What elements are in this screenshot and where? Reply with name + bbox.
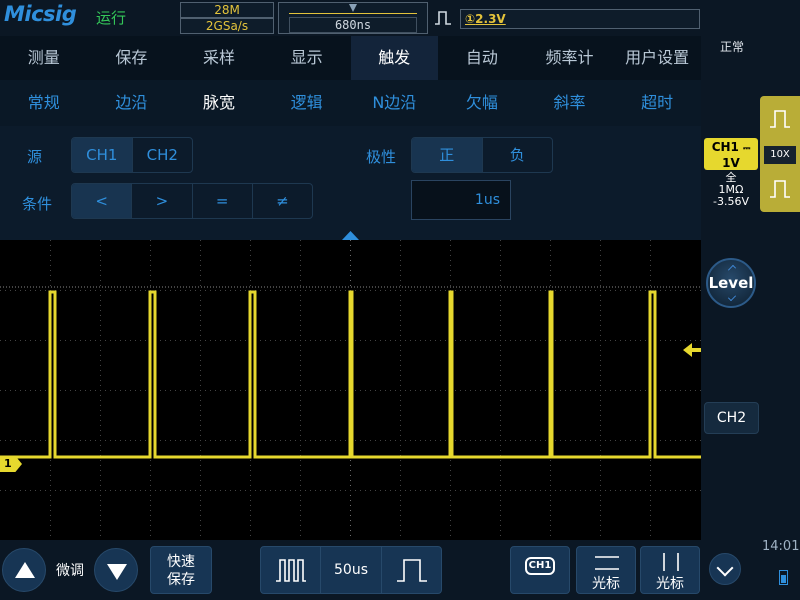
ch1-trace-path <box>0 290 701 459</box>
dc-coupling-icon: ⎓ <box>743 144 751 154</box>
trigger-status: 正常 <box>720 40 745 54</box>
trigger-position-marker-icon <box>349 4 357 12</box>
trigger-type-normal[interactable]: 常规 <box>0 80 88 126</box>
source-ch2-option[interactable]: CH2 <box>131 138 193 172</box>
horizontal-cursor-label: 光标 <box>592 576 620 592</box>
quick-save-line1: 快速 <box>167 554 195 570</box>
ch1-chip-icon: CH1 <box>525 557 555 575</box>
tab-counter[interactable]: 频率计 <box>526 36 614 80</box>
ch1-scale: 1V <box>722 156 740 170</box>
ch1-scale-badge[interactable]: CH1 ⎓ 1V <box>704 138 758 170</box>
pulse-trigger-settings: 源 CH1 CH2 极性 正 负 条件 < > = ≠ 1us <box>0 126 701 240</box>
brand-logo: Micsig <box>4 2 77 26</box>
tab-display[interactable]: 显示 <box>263 36 351 80</box>
timebase-value[interactable]: 50us <box>320 547 380 593</box>
level-knob[interactable]: Level <box>706 258 756 308</box>
fine-adjust-label: 微调 <box>56 563 84 579</box>
condition-selector: < > = ≠ <box>71 183 313 219</box>
quick-save-button[interactable]: 快速 保存 <box>150 546 212 594</box>
tab-measure[interactable]: 测量 <box>0 36 88 80</box>
trigger-type-runt[interactable]: 欠幅 <box>438 80 526 126</box>
trigger-level-readout[interactable]: ①2.3V <box>460 9 700 29</box>
polarity-label: 极性 <box>366 148 397 166</box>
tab-trigger[interactable]: 触发 <box>350 36 439 80</box>
level-knob-label: Level <box>708 274 754 292</box>
trigger-type-pulse[interactable]: 脉宽 <box>175 80 263 126</box>
memory-window-line <box>289 13 417 14</box>
tab-user-settings[interactable]: 用户设置 <box>613 36 701 80</box>
waveform-display[interactable] <box>0 240 701 540</box>
triangle-down-icon <box>107 564 127 580</box>
source-selector: CH1 CH2 <box>71 137 193 173</box>
ch1-select-button[interactable]: CH1 <box>510 546 570 594</box>
memory-depth[interactable]: 28M <box>180 2 274 18</box>
horizontal-cursor-button[interactable]: 光标 <box>576 546 636 594</box>
trigger-type-timeout[interactable]: 超时 <box>613 80 701 126</box>
trigger-type-edge[interactable]: 边沿 <box>88 80 176 126</box>
vertical-cursor-button[interactable]: 光标 <box>640 546 700 594</box>
condition-greater-option[interactable]: > <box>131 184 191 218</box>
source-ch1-option[interactable]: CH1 <box>72 138 132 172</box>
condition-equal-option[interactable]: = <box>191 184 252 218</box>
trigger-type-logic[interactable]: 逻辑 <box>263 80 351 126</box>
vertical-cursor-icon <box>663 553 679 571</box>
polarity-positive-option[interactable]: 正 <box>412 138 482 172</box>
main-menu: 测量 保存 采样 显示 触发 自动 频率计 用户设置 <box>0 36 701 80</box>
status-bar: Micsig 运行 28M 2GSa/s 680ns ①2.3V <box>0 0 800 36</box>
horizontal-cursor-icon <box>595 556 619 570</box>
waveform-canvas <box>0 240 701 540</box>
bottom-toolbar: 微调 快速 保存 50us CH1 光标 光标 <box>0 540 800 600</box>
probe-ratio[interactable]: 10X <box>764 146 796 164</box>
timebase-decrease-button[interactable] <box>261 547 320 593</box>
condition-less-option[interactable]: < <box>72 184 132 218</box>
chevron-up-icon <box>728 265 736 273</box>
fine-down-button[interactable] <box>94 548 138 592</box>
sample-rate: 2GSa/s <box>180 18 274 34</box>
condition-not-equal-option[interactable]: ≠ <box>251 184 312 218</box>
ch1-label: CH1 ⎓ <box>704 140 758 156</box>
quick-save-line2: 保存 <box>167 572 195 588</box>
ch1-info: 全 1MΩ -3.56V <box>704 172 758 208</box>
tab-save[interactable]: 保存 <box>88 36 176 80</box>
ch1-offset: -3.56V <box>713 195 749 208</box>
tab-auto[interactable]: 自动 <box>438 36 526 80</box>
pulse-width-icon <box>435 11 451 25</box>
tab-acquire[interactable]: 采样 <box>175 36 263 80</box>
narrow-pulse-icon <box>276 559 306 582</box>
trigger-level-text: 2.3V <box>475 12 506 26</box>
trigger-level-value: ①2.3V <box>465 12 506 26</box>
ch2-button[interactable]: CH2 <box>704 402 759 434</box>
pulse-width-input[interactable]: 1us <box>411 180 511 220</box>
negative-pulse-icon[interactable] <box>769 178 791 200</box>
timebase-control: 50us <box>260 546 442 594</box>
condition-label: 条件 <box>22 195 53 213</box>
source-label: 源 <box>27 148 43 166</box>
trigger-channel-glyph: ① <box>465 12 476 26</box>
triangle-up-icon <box>15 562 35 578</box>
polarity-negative-option[interactable]: 负 <box>481 138 553 172</box>
trigger-delay-panel[interactable]: 680ns <box>278 2 428 34</box>
polarity-selector: 正 负 <box>411 137 553 173</box>
probe-panel: 10X <box>760 96 800 212</box>
fine-up-button[interactable] <box>2 548 46 592</box>
trigger-delay-value: 680ns <box>289 17 417 33</box>
trigger-type-slope[interactable]: 斜率 <box>526 80 614 126</box>
trigger-type-menu: 常规 边沿 脉宽 逻辑 N边沿 欠幅 斜率 超时 <box>0 80 701 126</box>
positive-pulse-icon[interactable] <box>769 108 791 130</box>
run-stop-status[interactable]: 运行 <box>96 7 126 28</box>
chevron-down-icon[interactable] <box>709 553 741 585</box>
vertical-cursor-label: 光标 <box>656 576 684 592</box>
trigger-type-n-edge[interactable]: N边沿 <box>351 80 439 126</box>
timebase-increase-button[interactable] <box>380 547 441 593</box>
chevron-down-icon <box>728 293 736 301</box>
wide-pulse-icon <box>396 559 427 582</box>
trigger-level-arrow-icon[interactable] <box>683 343 701 357</box>
ch1-name: CH1 <box>711 140 739 154</box>
battery-icon <box>779 570 788 585</box>
clock: 14:01 <box>762 539 800 554</box>
ch1-waveform-trace <box>0 290 701 459</box>
